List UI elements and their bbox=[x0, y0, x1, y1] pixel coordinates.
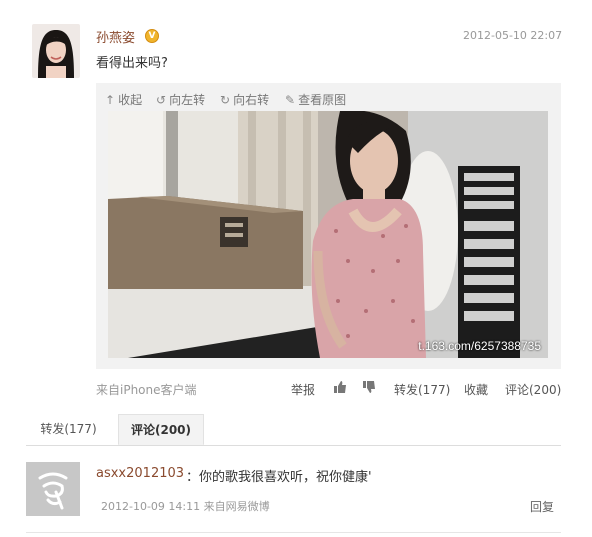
vip-badge-icon: V bbox=[145, 29, 159, 43]
author-avatar[interactable] bbox=[32, 24, 80, 78]
post-source[interactable]: 来自iPhone客户端 bbox=[96, 381, 197, 398]
divider bbox=[26, 532, 561, 533]
report-link[interactable]: 举报 bbox=[291, 381, 315, 398]
post-timestamp[interactable]: 2012-05-10 22:07 bbox=[463, 29, 562, 42]
default-avatar-icon bbox=[26, 462, 80, 516]
view-original-label: 查看原图 bbox=[298, 93, 347, 107]
post-photo[interactable]: t.163.com/6257388735 bbox=[108, 111, 548, 358]
tabs-bar: 转发(177) 评论(200) bbox=[26, 414, 561, 446]
author-name[interactable]: 孙燕姿 bbox=[96, 27, 135, 46]
commenter-name[interactable]: asxx2012103 bbox=[96, 466, 184, 481]
comment-text: ：你的歌我很喜欢听，祝你健康' bbox=[186, 470, 372, 485]
reply-link[interactable]: 回复 bbox=[530, 498, 554, 515]
commenter-avatar[interactable] bbox=[26, 462, 80, 516]
rotate-right-icon: ↻ bbox=[220, 92, 231, 107]
post-text: 看得出来吗? bbox=[96, 56, 168, 71]
repost-link[interactable]: 转发(177) bbox=[394, 381, 450, 398]
view-original-button[interactable]: ✎ 查看原图 bbox=[285, 91, 346, 108]
rotate-left-label: 向左转 bbox=[169, 93, 206, 107]
comment-link[interactable]: 评论(200) bbox=[505, 381, 561, 398]
tab-repost[interactable]: 转发(177) bbox=[26, 414, 111, 445]
rotate-left-button[interactable]: ↺ 向左转 bbox=[156, 91, 205, 108]
collapse-label: 收起 bbox=[118, 93, 143, 107]
rotate-right-button[interactable]: ↻ 向右转 bbox=[220, 91, 269, 108]
edit-image-icon: ✎ bbox=[285, 92, 296, 107]
arrow-up-icon: ↑ bbox=[105, 92, 116, 107]
photo-watermark: t.163.com/6257388735 bbox=[418, 339, 541, 353]
photo-illustration bbox=[108, 111, 548, 358]
thumbs-up-icon[interactable] bbox=[333, 380, 347, 394]
thumbs-down-icon[interactable] bbox=[362, 380, 376, 394]
favorite-link[interactable]: 收藏 bbox=[464, 381, 488, 398]
rotate-left-icon: ↺ bbox=[156, 92, 167, 107]
collapse-button[interactable]: ↑ 收起 bbox=[105, 91, 142, 108]
tab-comments[interactable]: 评论(200) bbox=[118, 414, 204, 445]
comment-meta: 2012-10-09 14:11 来自网易微博 bbox=[101, 500, 270, 513]
rotate-right-label: 向右转 bbox=[233, 93, 270, 107]
